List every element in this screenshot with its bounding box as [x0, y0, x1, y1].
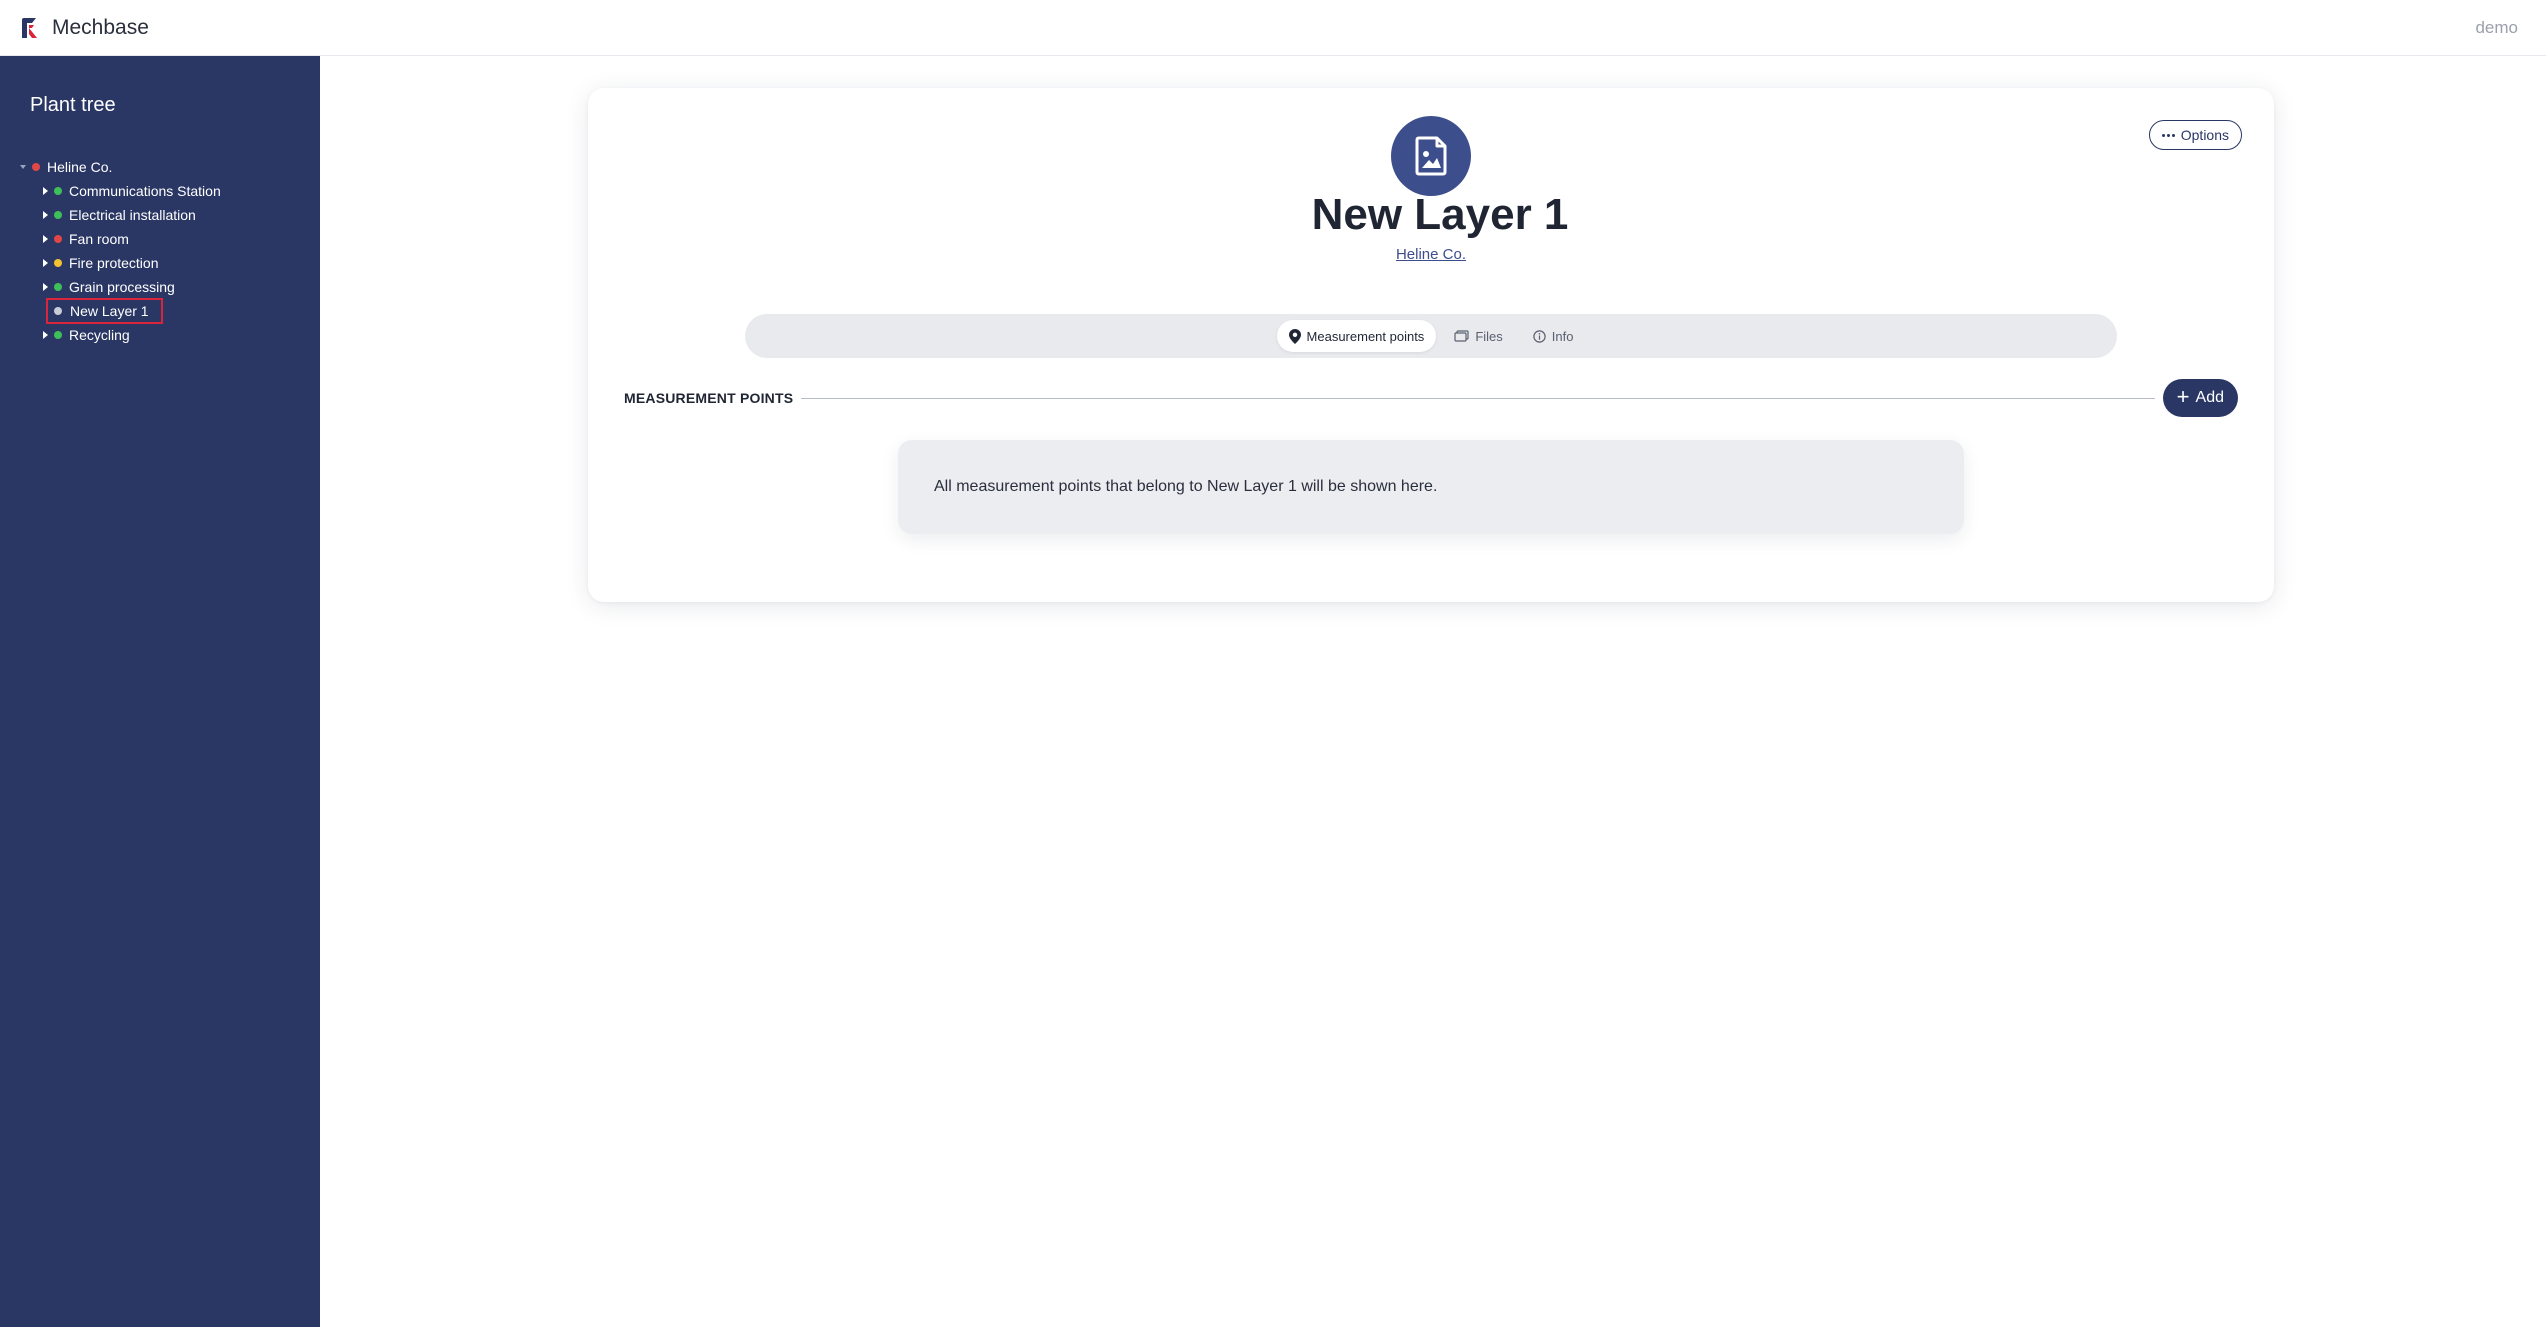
chevron-right-icon[interactable] — [40, 208, 50, 222]
section-divider — [801, 397, 2155, 399]
image-file-icon — [1415, 136, 1447, 176]
sidebar: Plant tree Heline Co. Communications Sta… — [0, 56, 320, 1327]
info-icon — [1533, 329, 1546, 343]
tree-node-label: Electrical installation — [69, 207, 196, 223]
chevron-right-icon[interactable] — [40, 256, 50, 270]
tabs-bar: Measurement points Files Info — [745, 314, 2117, 358]
tab-info[interactable]: Info — [1521, 320, 1586, 352]
tree-node-fire-protection[interactable]: Fire protection — [0, 251, 320, 275]
app-name: Mechbase — [52, 15, 149, 39]
parent-breadcrumb-link[interactable]: Heline Co. — [588, 246, 2274, 263]
status-dot-icon — [32, 163, 40, 171]
layer-avatar — [1391, 116, 1471, 196]
chevron-down-icon[interactable] — [18, 160, 28, 174]
status-dot-icon — [54, 283, 62, 291]
plant-tree: Heline Co. Communications Station Electr… — [0, 155, 320, 347]
chevron-right-icon[interactable] — [40, 232, 50, 246]
tree-node-label: Fire protection — [69, 255, 159, 271]
status-dot-icon — [54, 307, 62, 315]
status-dot-icon — [54, 259, 62, 267]
tab-label: Info — [1551, 328, 1574, 344]
chevron-right-icon[interactable] — [40, 328, 50, 342]
tab-files[interactable]: Files — [1442, 320, 1514, 352]
status-dot-icon — [54, 331, 62, 339]
more-dots-icon — [2161, 133, 2175, 137]
tree-node-electrical-installation[interactable]: Electrical installation — [0, 203, 320, 227]
tree-node-new-layer-1[interactable]: New Layer 1 — [0, 298, 320, 324]
tree-node-label: Grain processing — [69, 279, 175, 295]
tree-node-communications-station[interactable]: Communications Station — [0, 179, 320, 203]
tree-node-recycling[interactable]: Recycling — [0, 323, 320, 347]
tree-node-grain-processing[interactable]: Grain processing — [0, 275, 320, 299]
brand[interactable]: Mechbase — [20, 16, 149, 40]
options-label: Options — [2180, 127, 2229, 143]
status-dot-icon — [54, 187, 62, 195]
layer-card: Options New Layer 1 Heline Co. Measureme… — [588, 88, 2274, 602]
add-label: Add — [2195, 389, 2224, 406]
tree-node-root[interactable]: Heline Co. — [0, 155, 320, 179]
empty-state-message: All measurement points that belong to Ne… — [898, 440, 1964, 534]
tab-label: Measurement points — [1306, 328, 1425, 344]
tab-label: Files — [1475, 328, 1503, 344]
tree-node-fan-room[interactable]: Fan room — [0, 227, 320, 251]
sidebar-title: Plant tree — [30, 94, 116, 116]
status-dot-icon — [54, 211, 62, 219]
map-pin-icon — [1288, 328, 1301, 344]
page-title: New Layer 1 — [1311, 190, 1569, 239]
tree-node-label: Fan room — [69, 231, 129, 247]
section-title: MEASUREMENT POINTS — [624, 390, 794, 406]
mechbase-logo-icon — [22, 17, 37, 38]
chevron-right-icon[interactable] — [40, 280, 50, 294]
tree-node-label: Heline Co. — [47, 159, 113, 175]
tree-node-label: New Layer 1 — [46, 298, 163, 324]
status-dot-icon — [54, 235, 62, 243]
plus-icon: + — [2176, 384, 2190, 409]
top-bar: Mechbase demo — [0, 0, 2546, 56]
tree-node-label: Recycling — [69, 327, 130, 343]
section-header: MEASUREMENT POINTS + Add — [624, 378, 2238, 418]
tree-node-label: Communications Station — [69, 183, 221, 199]
add-measurement-point-button[interactable]: + Add — [2162, 379, 2238, 417]
user-menu[interactable]: demo — [2475, 18, 2518, 38]
chevron-right-icon[interactable] — [40, 184, 50, 198]
main-content: Options New Layer 1 Heline Co. Measureme… — [320, 56, 2546, 1327]
files-icon — [1454, 330, 1469, 342]
options-button[interactable]: Options — [2148, 120, 2242, 150]
tab-measurement-points[interactable]: Measurement points — [1276, 320, 1437, 352]
